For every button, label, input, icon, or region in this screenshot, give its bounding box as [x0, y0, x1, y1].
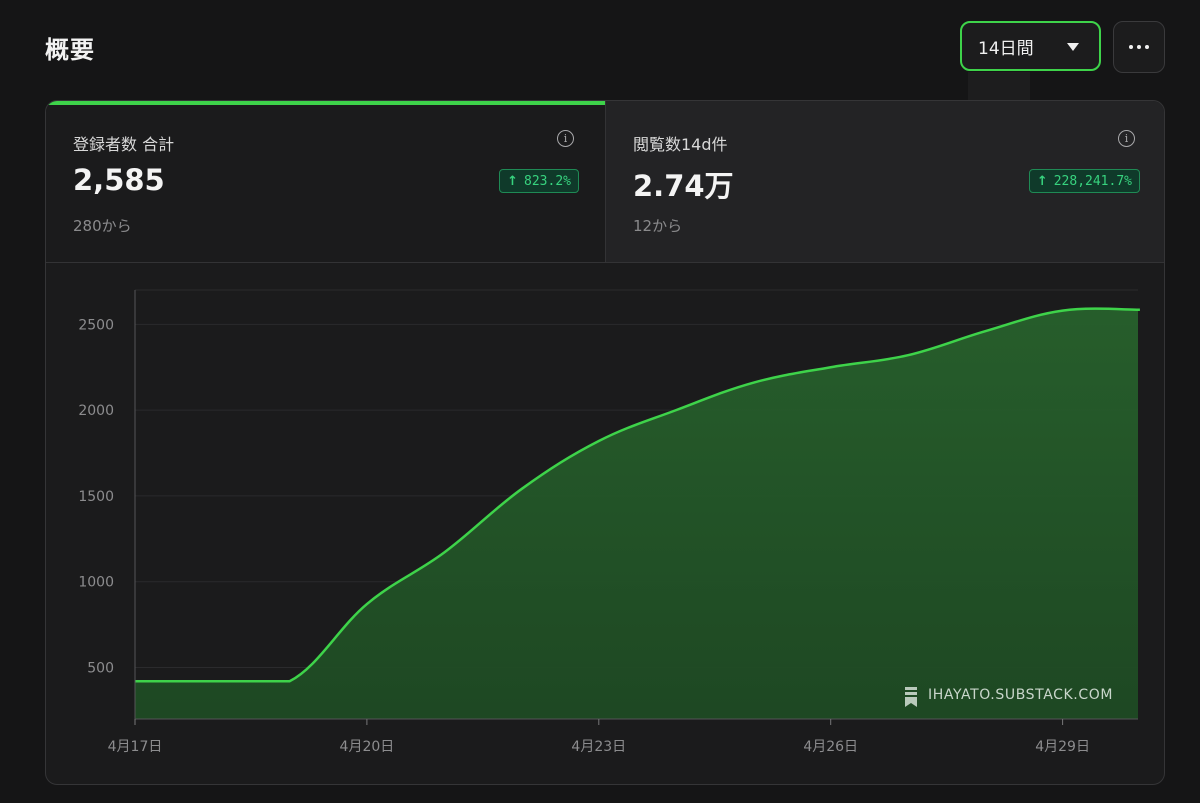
y-tick-label: 1500	[78, 489, 114, 505]
chart-area: 500 1000 1500 2000 2500 4月17日 4月20日 4月23日 4月26日…	[46, 263, 1164, 784]
y-tick-label: 500	[87, 661, 114, 677]
y-tick-label: 2000	[78, 403, 114, 419]
more-horizontal-icon	[1129, 45, 1149, 49]
stat-from: 280から	[73, 217, 132, 235]
x-tick-label: 4月26日	[803, 739, 858, 755]
caret-down-icon	[1067, 43, 1079, 51]
page-title: 概要	[45, 36, 95, 64]
stat-tab-subscribers[interactable]: 登録者数 合計 i 2,585 ↑ 823.2% 280から	[46, 101, 605, 263]
subscribers-chart: 500 1000 1500 2000 2500 4月17日 4月20日 4月23日 4月26日…	[78, 289, 1140, 755]
info-icon[interactable]: i	[557, 130, 574, 147]
more-options-button[interactable]	[1113, 21, 1165, 73]
change-value: 823.2%	[524, 173, 571, 189]
active-tab-indicator	[46, 101, 605, 105]
stat-from: 12から	[633, 217, 683, 235]
change-value: 228,241.7%	[1053, 173, 1132, 189]
info-icon[interactable]: i	[1118, 130, 1135, 147]
watermark-text: IHAYATO.SUBSTACK.COM	[928, 687, 1113, 703]
x-tick-label: 4月29日	[1035, 739, 1090, 755]
change-badge: ↑ 228,241.7%	[1028, 169, 1140, 193]
stat-value: 2.74万	[633, 169, 734, 203]
stat-value: 2,585	[73, 163, 165, 197]
arrow-up-icon: ↑	[507, 173, 519, 189]
date-range-select[interactable]: 14日間	[960, 21, 1101, 71]
arrow-up-icon: ↑	[1036, 173, 1048, 189]
change-badge: ↑ 823.2%	[499, 169, 579, 193]
y-tick-label: 1000	[78, 575, 114, 591]
stat-label: 登録者数 合計	[73, 135, 175, 154]
x-tick-label: 4月23日	[571, 739, 626, 755]
x-tick-label: 4月17日	[108, 739, 163, 755]
dropdown-shadow	[968, 72, 1030, 100]
stats-card: 登録者数 合計 i 2,585 ↑ 823.2% 280から 閲覧数14d件 i…	[45, 100, 1165, 785]
x-tick-label: 4月20日	[340, 739, 395, 755]
y-tick-label: 2500	[78, 317, 114, 333]
stat-tab-views[interactable]: 閲覧数14d件 i 2.74万 ↑ 228,241.7% 12から	[605, 101, 1164, 263]
date-range-label: 14日間	[978, 38, 1034, 59]
series-area	[135, 308, 1140, 719]
overview-page: 概要 14日間 登録者数 合計 i 2,585 ↑ 823.2% 280から 閲…	[0, 0, 1200, 803]
stat-label: 閲覧数14d件	[633, 135, 728, 154]
